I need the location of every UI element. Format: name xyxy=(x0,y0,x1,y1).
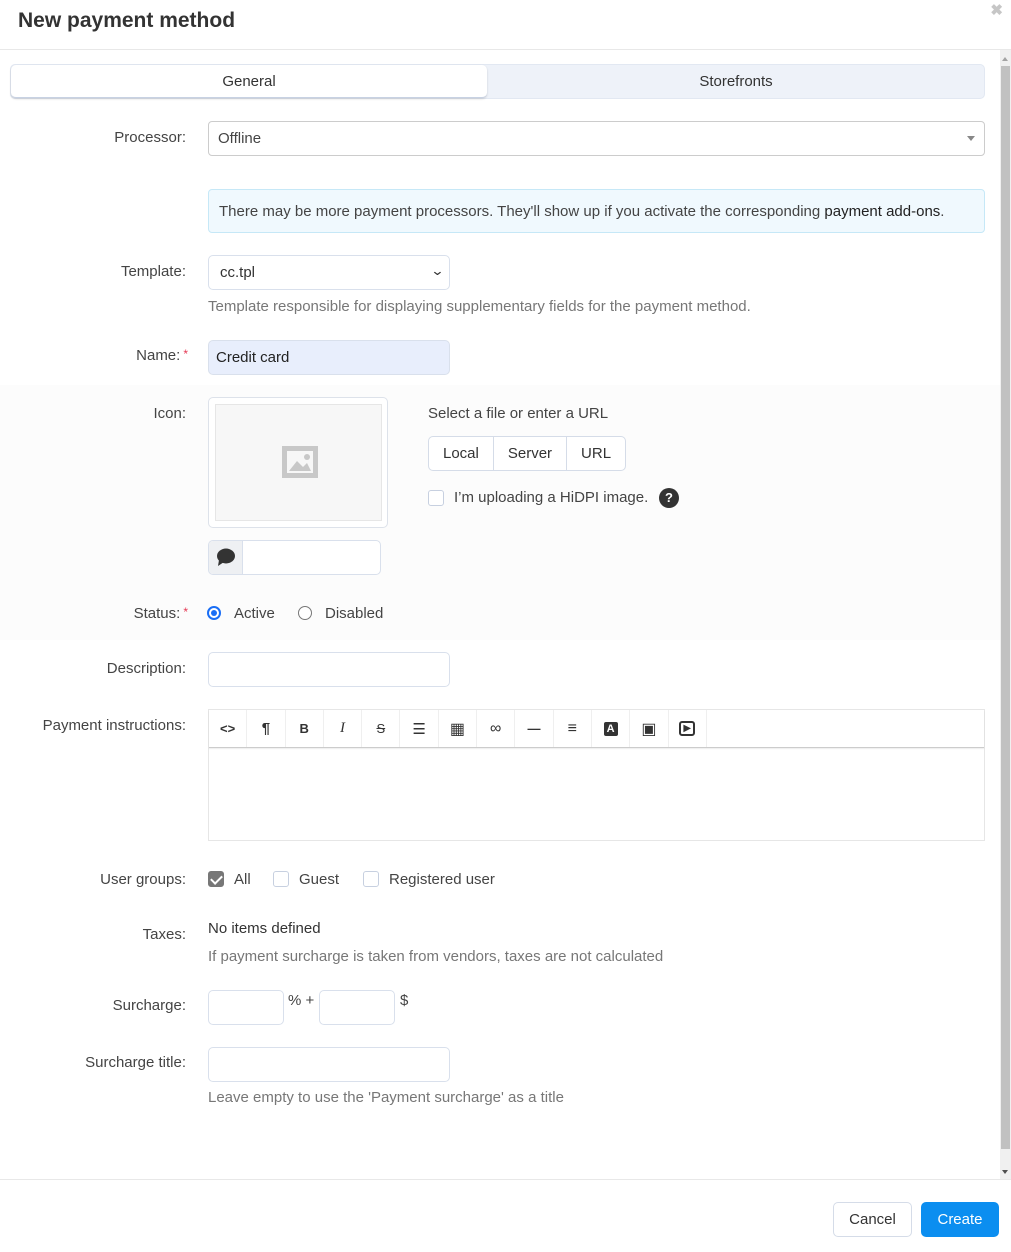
table-icon[interactable]: ▦ xyxy=(439,710,478,747)
icon-alt-text-group xyxy=(208,540,381,575)
hidpi-checkbox[interactable] xyxy=(428,490,444,506)
video-icon[interactable]: ▶ xyxy=(669,710,707,747)
surcharge-percent-input[interactable] xyxy=(208,990,284,1025)
tab-storefronts[interactable]: Storefronts xyxy=(487,65,985,98)
align-icon[interactable]: ≡ xyxy=(554,710,592,747)
status-disabled-radio[interactable] xyxy=(298,606,312,620)
icon-preview xyxy=(208,397,388,528)
surcharge-title-input[interactable] xyxy=(208,1047,450,1082)
template-value: cc.tpl xyxy=(220,264,256,281)
dialog-body: General Storefronts Processor: Offline T… xyxy=(0,50,1011,1179)
processor-select[interactable]: Offline xyxy=(208,121,985,156)
scrollbar[interactable] xyxy=(1000,50,1011,1179)
description-input[interactable] xyxy=(208,652,450,687)
user-group-guest-label: Guest xyxy=(299,871,340,888)
upload-source-group: Local Server URL xyxy=(428,436,627,471)
user-group-all-label: All xyxy=(234,871,251,888)
hidpi-label: I’m uploading a HiDPI image. xyxy=(454,489,649,506)
paragraph-icon[interactable]: ¶ xyxy=(247,710,286,747)
scroll-up-icon[interactable] xyxy=(1002,57,1008,61)
name-label: Name: * xyxy=(0,347,188,364)
description-label: Description: xyxy=(106,660,186,677)
taxes-value: No items defined xyxy=(208,920,321,937)
dialog-title: New payment method xyxy=(18,9,236,32)
strikethrough-icon[interactable]: S xyxy=(362,710,401,747)
surcharge-percent-suffix: % + xyxy=(288,992,315,1009)
user-groups-label: User groups: xyxy=(100,871,186,888)
status-disabled-label: Disabled xyxy=(325,605,384,622)
notice-text: There may be more payment processors. Th… xyxy=(219,203,825,220)
html-code-icon[interactable]: <> xyxy=(209,710,248,747)
user-group-guest-checkbox[interactable] xyxy=(273,871,289,887)
editor-toolbar: <> ¶ B I S ☰ ▦ ∞ — ≡ A ▣ ▶ xyxy=(209,710,984,748)
help-icon[interactable]: ? xyxy=(659,488,679,508)
processor-notice: There may be more payment processors. Th… xyxy=(208,189,985,233)
icon-status-section xyxy=(0,385,1000,640)
surcharge-label: Surcharge: xyxy=(112,997,186,1014)
scrollbar-thumb[interactable] xyxy=(1001,66,1010,1149)
required-mark: * xyxy=(183,347,188,361)
surcharge-title-label: Surcharge title: xyxy=(85,1054,186,1071)
payment-addons-link[interactable]: payment add-ons xyxy=(824,203,940,220)
dialog-header: New payment method ✖ xyxy=(0,0,1011,50)
tab-bar: General Storefronts xyxy=(10,64,985,99)
chevron-down-icon: ⌄ xyxy=(430,263,445,278)
bold-icon[interactable]: B xyxy=(286,710,324,747)
icon-preview-area xyxy=(215,404,382,521)
close-icon[interactable]: ✖ xyxy=(990,1,1003,19)
create-button[interactable]: Create xyxy=(921,1202,999,1237)
unordered-list-icon[interactable]: ☰ xyxy=(400,710,439,747)
caret-down-icon xyxy=(967,136,975,141)
processor-label: Processor: xyxy=(114,129,186,146)
italic-icon[interactable]: I xyxy=(324,710,363,747)
icon-alt-text-input[interactable] xyxy=(243,541,380,574)
status-label-text: Status: xyxy=(133,605,181,622)
status-active-label: Active xyxy=(234,605,275,622)
image-placeholder-icon xyxy=(282,446,318,478)
surcharge-title-help: Leave empty to use the 'Payment surcharg… xyxy=(208,1089,564,1106)
name-label-text: Name: xyxy=(136,347,181,364)
status-label: Status: * xyxy=(0,605,188,622)
upload-local-button[interactable]: Local xyxy=(429,437,494,470)
upload-title: Select a file or enter a URL xyxy=(428,405,609,422)
template-select[interactable]: cc.tpl ⌄ xyxy=(208,255,450,290)
user-group-registered-label: Registered user xyxy=(389,871,495,888)
icon-label: Icon: xyxy=(153,405,186,422)
payment-instructions-textarea[interactable] xyxy=(209,749,984,840)
taxes-label: Taxes: xyxy=(142,926,186,943)
user-group-all-checkbox[interactable] xyxy=(208,871,224,887)
upload-url-button[interactable]: URL xyxy=(567,437,625,470)
cancel-button[interactable]: Cancel xyxy=(833,1202,912,1237)
scroll-down-icon[interactable] xyxy=(1002,1170,1008,1174)
horizontal-rule-icon[interactable]: — xyxy=(515,710,554,747)
template-label: Template: xyxy=(120,263,186,280)
taxes-help: If payment surcharge is taken from vendo… xyxy=(208,948,664,965)
status-active-radio[interactable] xyxy=(207,606,221,620)
processor-value: Offline xyxy=(218,130,262,147)
notice-suffix: . xyxy=(940,203,945,220)
font-color-icon[interactable]: A xyxy=(592,710,631,747)
template-help: Template responsible for displaying supp… xyxy=(208,298,751,315)
name-input[interactable]: Credit card xyxy=(208,340,450,375)
surcharge-fixed-input[interactable] xyxy=(319,990,395,1025)
tab-general[interactable]: General xyxy=(11,65,487,98)
payment-instructions-label: Payment instructions: xyxy=(42,717,186,734)
surcharge-currency: $ xyxy=(400,992,409,1009)
upload-server-button[interactable]: Server xyxy=(494,437,568,470)
comment-icon xyxy=(209,541,243,574)
required-mark: * xyxy=(183,605,188,619)
dialog-footer: Cancel Create xyxy=(0,1179,1011,1252)
user-group-registered-checkbox[interactable] xyxy=(363,871,379,887)
payment-instructions-editor: <> ¶ B I S ☰ ▦ ∞ — ≡ A ▣ ▶ xyxy=(208,709,985,841)
image-icon[interactable]: ▣ xyxy=(630,710,669,747)
link-icon[interactable]: ∞ xyxy=(477,710,516,747)
